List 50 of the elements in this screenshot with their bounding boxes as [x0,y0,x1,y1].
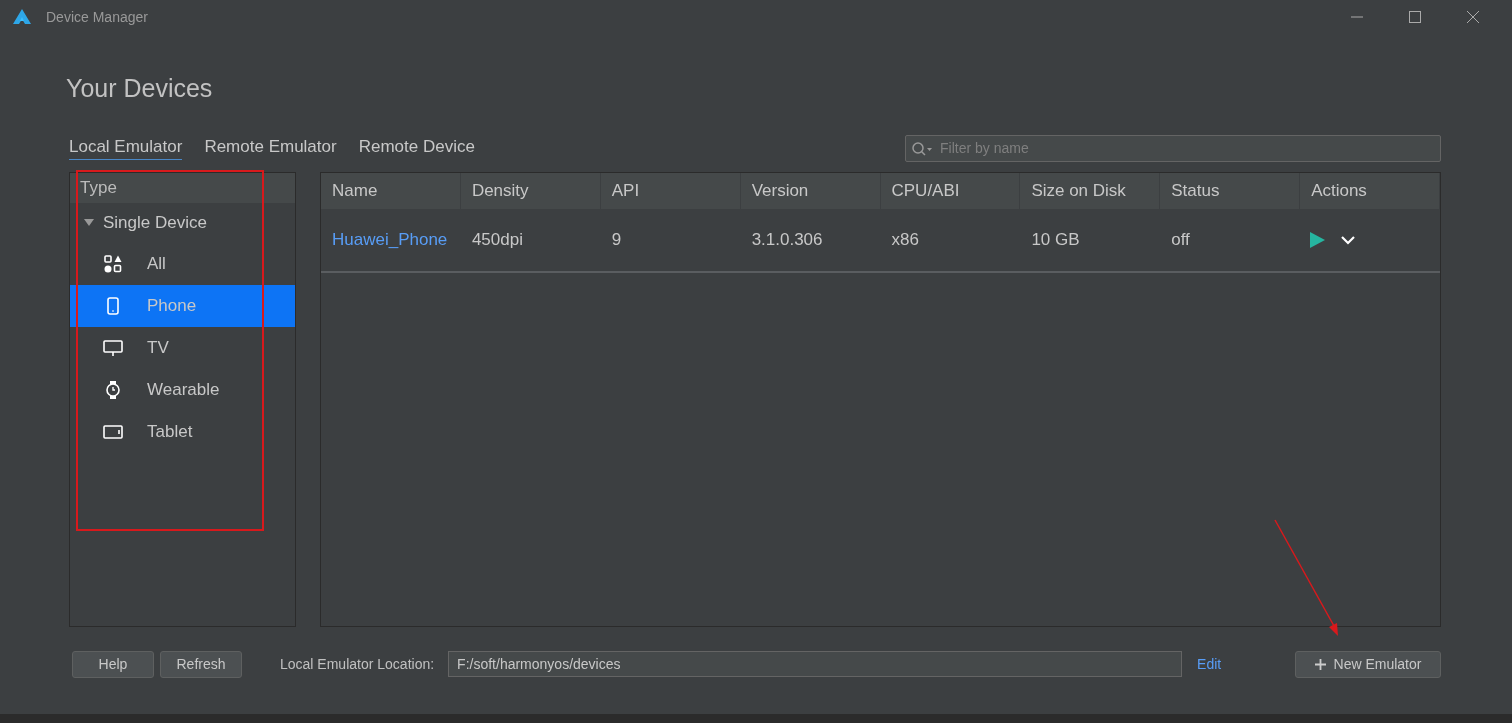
categories-icon [103,255,123,273]
table-cell-text: 10 GB [1030,230,1081,250]
monitor-icon [103,339,123,357]
column-header[interactable]: Density [460,173,601,209]
chevron-down-icon[interactable] [1341,235,1356,245]
table-cell-text: 450dpi [470,230,524,250]
maximize-icon[interactable] [1409,11,1421,23]
tree-item[interactable]: Single Device [70,203,295,243]
tab[interactable]: Remote Emulator [204,136,337,160]
location-field[interactable]: F:/soft/harmonyos/devices [448,651,1183,677]
column-header[interactable]: Status [1160,173,1301,209]
device-type-item[interactable]: All [70,243,295,285]
play-icon[interactable] [1310,232,1326,248]
tablet-icon [103,425,123,439]
plus-icon [1314,658,1326,670]
column-header[interactable]: Actions [1300,173,1440,209]
edit-link[interactable]: Edit [1197,656,1222,672]
group-label: Single Device [103,213,207,233]
column-header[interactable]: Name [321,173,461,209]
tab[interactable]: Local Emulator [69,136,183,160]
column-header[interactable]: CPU/ABI [880,173,1021,209]
device-type-item[interactable]: Wearable [70,369,295,411]
location-label: Local Emulator Location: [280,656,435,672]
footer-button[interactable]: Help [72,650,154,678]
panel-header: Type [70,173,295,203]
app-logo-icon [12,8,32,26]
table-cell-text: 9 [610,230,623,250]
item-label: TV [147,338,169,358]
new-emulator-button[interactable]: New Emulator [1295,650,1441,678]
table-cell-text: 3.1.0.306 [750,230,824,250]
page-heading: Your Devices [66,74,214,104]
column-header[interactable]: Size on Disk [1020,173,1161,209]
watch-icon [103,380,123,400]
column-header[interactable]: Version [740,173,881,209]
table-cell-text: x86 [890,230,920,250]
item-label: Phone [147,296,197,316]
footer-button[interactable]: Refresh [160,650,242,678]
item-label: All [147,254,166,274]
expand-caret-icon[interactable] [84,219,94,227]
device-type-item[interactable]: TV [70,327,295,369]
column-header[interactable]: API [600,173,741,209]
device-name-link[interactable]: Huawei_Phone [321,230,461,250]
table-cell-text: off [1170,230,1191,250]
tab[interactable]: Remote Device [358,136,475,160]
item-label: Wearable [147,380,220,400]
item-label: Tablet [147,422,193,442]
close-icon[interactable] [1467,11,1479,23]
window-title: Device Manager [46,9,148,25]
device-type-item[interactable]: Tablet [70,411,295,453]
search-field[interactable]: Filter by name [905,134,1441,162]
